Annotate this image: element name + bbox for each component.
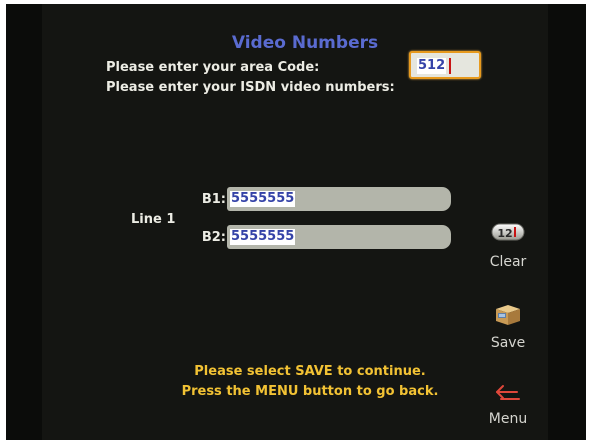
area-code-input[interactable]: 512 xyxy=(409,51,481,79)
line-1-label: Line 1 xyxy=(131,212,176,227)
save-instruction: Please select SAVE to continue. xyxy=(194,364,426,379)
menu-label: Menu xyxy=(488,411,528,427)
back-arrow-icon xyxy=(496,385,520,400)
menu-instruction: Press the MENU button to go back. xyxy=(181,384,439,399)
area-code-value: 512 xyxy=(417,58,447,74)
keypad-icon-text: 12 xyxy=(497,227,512,240)
b2-label: B2: xyxy=(201,230,226,245)
clear-button[interactable]: 12 Clear xyxy=(484,222,532,270)
b1-number-value: 5555555 xyxy=(230,191,296,207)
b2-number-input[interactable]: 5555555 xyxy=(227,225,451,249)
screen-right-border xyxy=(548,4,586,440)
keypad-12-icon: 12 xyxy=(491,223,525,241)
save-label: Save xyxy=(490,335,526,351)
save-box-icon xyxy=(496,305,520,325)
menu-button[interactable]: Menu xyxy=(484,383,532,427)
b2-number-value: 5555555 xyxy=(230,229,296,245)
b1-number-input[interactable]: 5555555 xyxy=(227,187,451,211)
page-title: Video Numbers xyxy=(231,33,379,53)
clear-label: Clear xyxy=(489,254,527,270)
save-button[interactable]: Save xyxy=(484,303,532,351)
screen-left-border xyxy=(6,4,42,440)
isdn-numbers-prompt: Please enter your ISDN video numbers: xyxy=(106,80,395,95)
text-cursor xyxy=(449,58,451,74)
b1-label: B1: xyxy=(201,192,226,207)
area-code-prompt: Please enter your area Code: xyxy=(106,60,320,75)
